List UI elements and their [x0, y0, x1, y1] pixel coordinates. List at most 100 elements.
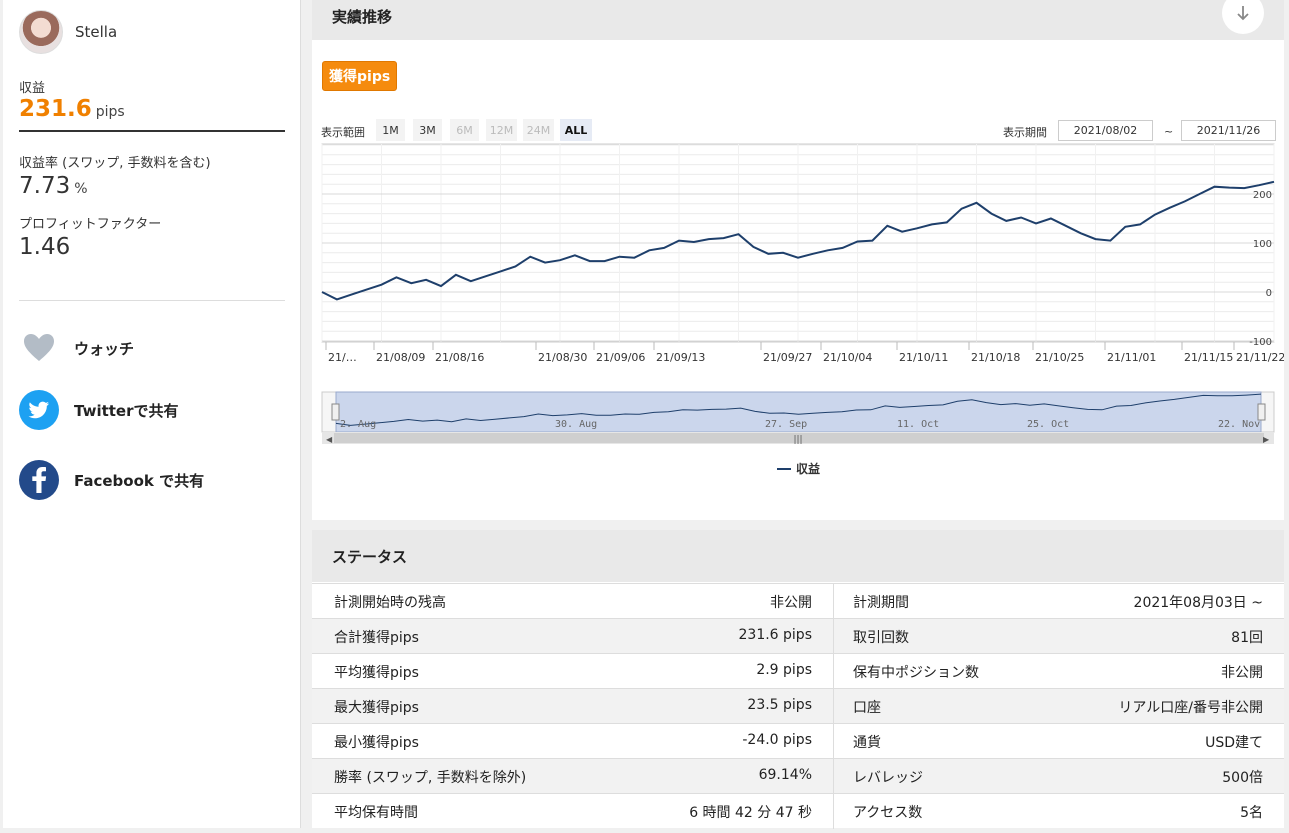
status-row: 計測開始時の残高 非公開 計測期間 2021年08月03日 ~ — [312, 583, 1284, 619]
x-tick-label: 21/10/04 — [823, 351, 872, 364]
status-right-label: アクセス数 — [853, 805, 923, 821]
navigator-label: 27. Sep — [765, 419, 807, 430]
facebook-share-label: Facebook で共有 — [74, 471, 205, 490]
rate-value: 7.73 — [19, 173, 71, 199]
performance-header: 実績推移 — [312, 0, 1284, 40]
status-right-value: USD建て — [1205, 735, 1263, 751]
pf-value: 1.46 — [19, 234, 71, 260]
status-right-label: レバレッジ — [853, 770, 923, 786]
status-left-value: 69.14% — [758, 767, 812, 783]
legend-label: 収益 — [796, 461, 820, 476]
x-tick-label: 21/10/25 — [1035, 351, 1084, 364]
x-tick-label: 21/09/06 — [596, 351, 645, 364]
rate-label: 収益率 (スワップ, 手数料を含む) — [19, 156, 211, 171]
navigator-label: 30. Aug — [555, 419, 597, 430]
twitter-share-label: Twitterで共有 — [74, 401, 179, 420]
download-button[interactable] — [1222, 0, 1264, 34]
status-left-label: 計測開始時の残高 — [334, 595, 446, 611]
x-tick-label: 21/08/09 — [376, 351, 425, 364]
divider — [19, 300, 285, 301]
status-right-value: 500倍 — [1222, 770, 1263, 786]
status-row: 最大獲得pips 23.5 pips 口座 リアル口座/番号非公開 — [312, 688, 1284, 724]
scroll-right-icon: ▶ — [1263, 435, 1270, 444]
facebook-share-button[interactable]: Facebook で共有 — [19, 460, 204, 500]
x-tick-label: 21/08/16 — [435, 351, 484, 364]
navigator-handle-left — [331, 403, 340, 421]
status-left-value: 23.5 pips — [747, 697, 812, 713]
navigator-label: 2. Aug — [340, 419, 376, 430]
profit-label: 収益 — [19, 81, 46, 96]
profit-value: 231.6 — [19, 96, 92, 122]
status-right-value: 81回 — [1231, 630, 1263, 646]
x-tick-label: 21/08/30 — [538, 351, 587, 364]
divider — [19, 130, 285, 132]
status-left-label: 平均獲得pips — [334, 665, 419, 681]
status-left-value: -24.0 pips — [742, 732, 812, 748]
status-right-label: 口座 — [853, 700, 881, 716]
profit-value-line: 231.6 pips — [19, 96, 125, 122]
status-right-label: 通貨 — [853, 735, 881, 751]
column-divider — [833, 689, 834, 724]
status-right-label: 計測期間 — [853, 595, 909, 611]
facebook-icon — [19, 460, 59, 500]
column-divider — [833, 654, 834, 689]
status-panel: ステータス 計測開始時の残高 非公開 計測期間 2021年08月03日 ~ 合計獲得pi… — [312, 530, 1284, 829]
performance-panel: 実績推移 獲得pips 表示範囲 1M 3M 6M 12M 24M ALL 表示… — [312, 0, 1284, 520]
x-tick-label: 21/10/18 — [971, 351, 1020, 364]
status-left-label: 平均保有時間 — [334, 805, 418, 821]
x-tick-label: 21/09/13 — [656, 351, 705, 364]
status-left-value: 6 時間 42 分 47 秒 — [689, 805, 812, 821]
status-left-label: 最大獲得pips — [334, 700, 419, 716]
column-divider — [833, 619, 834, 654]
status-left-label: 最小獲得pips — [334, 735, 419, 751]
performance-title: 実績推移 — [332, 8, 393, 26]
twitter-share-button[interactable]: Twitterで共有 — [19, 390, 179, 430]
status-left-label: 勝率 (スワップ, 手数料を除外) — [334, 770, 527, 786]
rate-value-line: 7.73% — [19, 173, 88, 199]
status-left-label: 合計獲得pips — [334, 630, 419, 646]
navigator-label: 22. Nov — [1218, 419, 1260, 430]
y-tick-label: -100 — [1249, 337, 1272, 348]
profit-unit: pips — [95, 104, 125, 120]
status-right-label: 保有中ポジション数 — [853, 665, 979, 681]
status-row: 平均獲得pips 2.9 pips 保有中ポジション数 非公開 — [312, 653, 1284, 689]
status-right-label: 取引回数 — [853, 630, 909, 646]
status-right-value: 5名 — [1240, 805, 1263, 821]
status-right-value: リアル口座/番号非公開 — [1118, 700, 1263, 716]
status-title: ステータス — [332, 548, 408, 566]
x-tick-label: 21/11/22 — [1236, 351, 1284, 364]
heart-icon — [19, 328, 59, 368]
status-row: 合計獲得pips 231.6 pips 取引回数 81回 — [312, 618, 1284, 654]
x-tick-label: 21/11/15 — [1184, 351, 1233, 364]
status-header: ステータス — [312, 530, 1284, 582]
status-left-value: 231.6 pips — [738, 627, 813, 643]
avatar — [19, 10, 63, 54]
x-tick-label: 21/09/27 — [763, 351, 812, 364]
chart-area: 獲得pips 表示範囲 1M 3M 6M 12M 24M ALL 表示期間 20… — [312, 40, 1284, 520]
profile-name: Stella — [75, 23, 118, 41]
status-left-value: 2.9 pips — [756, 662, 812, 678]
rate-unit: % — [74, 181, 88, 197]
y-tick-label: 200 — [1253, 190, 1272, 201]
status-right-value: 2021年08月03日 ~ — [1133, 595, 1263, 611]
status-right-value: 非公開 — [1221, 665, 1263, 681]
pf-label: プロフィットファクター — [19, 217, 162, 232]
x-tick-label: 21/10/11 — [899, 351, 948, 364]
navigator-label: 25. Oct — [1027, 419, 1069, 430]
column-divider — [833, 759, 834, 794]
line-chart[interactable]: 200 100 0 -100 21/… 21/08/09 21/08/16 21/08/30 2… — [312, 40, 1284, 520]
x-tick-label: 21/… — [328, 351, 357, 364]
arrow-down-icon — [1237, 6, 1249, 21]
y-tick-label: 100 — [1253, 239, 1272, 250]
watch-label: ウォッチ — [74, 339, 135, 358]
watch-button[interactable]: ウォッチ — [19, 328, 134, 368]
navigator-label: 11. Oct — [897, 419, 939, 430]
profile[interactable]: Stella — [19, 10, 117, 54]
column-divider — [833, 724, 834, 759]
status-row: 勝率 (スワップ, 手数料を除外) 69.14% レバレッジ 500倍 — [312, 758, 1284, 794]
scroll-left-icon: ◀ — [326, 435, 333, 444]
x-tick-label: 21/11/01 — [1107, 351, 1156, 364]
status-left-value: 非公開 — [770, 595, 812, 611]
column-divider — [833, 794, 834, 829]
status-row: 平均保有時間 6 時間 42 分 47 秒 アクセス数 5名 — [312, 793, 1284, 829]
